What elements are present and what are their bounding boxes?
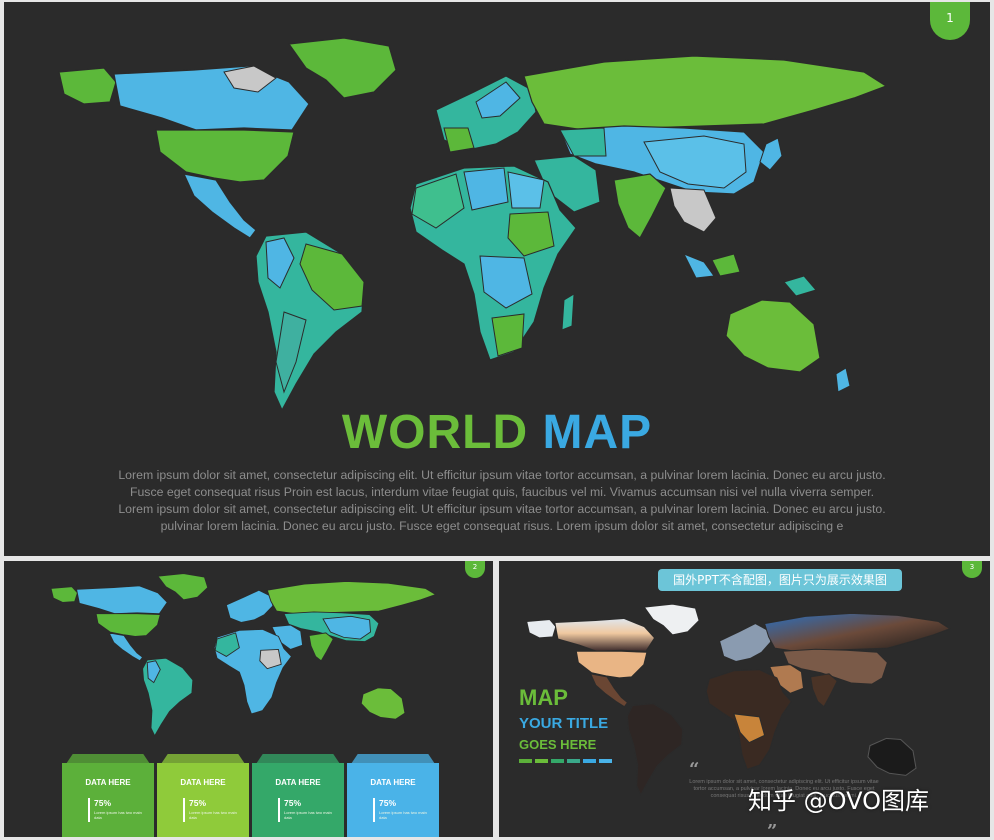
card-text: Lorem ipsum has two main data: [94, 810, 142, 820]
watermark-text: 知乎 @OVO图库: [748, 787, 929, 815]
japan-region: [759, 137, 783, 171]
south-africa-region: [491, 313, 525, 357]
card-text: Lorem ipsum has two main data: [379, 810, 427, 820]
color-swatches: [519, 759, 612, 763]
world-map-small: [50, 573, 437, 737]
world-map: [58, 37, 888, 412]
card-label: DATA HERE: [275, 778, 321, 787]
new-zealand-region: [835, 367, 851, 393]
australia-region: [725, 299, 821, 373]
madagascar-region: [561, 293, 575, 331]
card-percent: 75%: [189, 798, 207, 808]
close-quote-mark: ”: [767, 821, 778, 837]
card-divider: [373, 798, 375, 822]
slide-title: WORLD MAP: [4, 405, 990, 460]
body-paragraph: Lorem ipsum dolor sit amet, consectetur …: [74, 467, 930, 535]
libya-region: [463, 167, 509, 211]
color-swatch: [551, 759, 564, 763]
canada-region: [113, 65, 310, 131]
card-divider: [278, 798, 280, 822]
goes-here-heading: GOES HERE: [519, 737, 597, 752]
card-label: DATA HERE: [85, 778, 131, 787]
open-quote-mark: “: [689, 759, 700, 780]
slide-number-badge: 2: [465, 561, 485, 578]
russia-region: [523, 55, 888, 131]
card-percent: 75%: [379, 798, 397, 808]
photo-world-map: [526, 603, 951, 797]
card-percent: 75%: [94, 798, 112, 808]
slide-world-map-data[interactable]: 2 DATA HERE 75% Lorem ipsum has two main…: [4, 561, 493, 837]
new-guinea-region: [783, 275, 817, 297]
se-asia-region: [669, 187, 717, 233]
greenland-region: [287, 37, 397, 99]
card-label: DATA HERE: [180, 778, 226, 787]
data-card[interactable]: DATA HERE 75% Lorem ipsum has two main d…: [62, 754, 154, 837]
title-word-map: MAP: [542, 406, 653, 459]
slide-world-map-main[interactable]: 1 WORLD MAP Lorem ipsum dolor sit amet, …: [4, 2, 990, 556]
color-swatch: [519, 759, 532, 763]
slide-number-badge: 1: [930, 2, 970, 40]
kazakhstan-region: [559, 127, 607, 157]
iberia-region: [443, 127, 475, 153]
data-card[interactable]: DATA HERE 75% Lorem ipsum has two main d…: [157, 754, 249, 837]
alaska-region: [58, 67, 117, 105]
card-label: DATA HERE: [370, 778, 416, 787]
your-title-heading: YOUR TITLE: [519, 715, 609, 732]
notice-banner: 国外PPT不含配图，图片只为展示效果图: [658, 569, 902, 591]
paragraph-line: Lorem ipsum dolor sit amet, consectetur …: [118, 502, 886, 516]
color-swatch: [599, 759, 612, 763]
card-percent: 75%: [284, 798, 302, 808]
usa-region: [155, 129, 295, 183]
borneo-region: [711, 253, 741, 277]
map-heading: MAP: [519, 685, 568, 710]
paragraph-line: Lorem ipsum dolor sit amet, consectetur …: [118, 468, 886, 482]
data-card[interactable]: DATA HERE 75% Lorem ipsum has two main d…: [347, 754, 439, 837]
card-text: Lorem ipsum has two main data: [284, 810, 332, 820]
color-swatch: [535, 759, 548, 763]
color-swatch: [583, 759, 596, 763]
card-divider: [183, 798, 185, 822]
mexico-region: [182, 173, 257, 239]
paragraph-line: pulvinar lorem lacinia. Donec eu arcu ju…: [160, 519, 844, 533]
sumatra-region: [682, 253, 715, 279]
data-cards: DATA HERE 75% Lorem ipsum has two main d…: [62, 754, 440, 837]
color-swatch: [567, 759, 580, 763]
card-divider: [88, 798, 90, 822]
slide-number-badge: 3: [962, 561, 982, 578]
data-card[interactable]: DATA HERE 75% Lorem ipsum has two main d…: [252, 754, 344, 837]
title-word-world: WORLD: [341, 406, 529, 459]
card-text: Lorem ipsum has two main data: [189, 810, 237, 820]
paragraph-line: Fusce eget consequat risus Proin est lac…: [129, 485, 875, 499]
india-region: [613, 173, 667, 239]
